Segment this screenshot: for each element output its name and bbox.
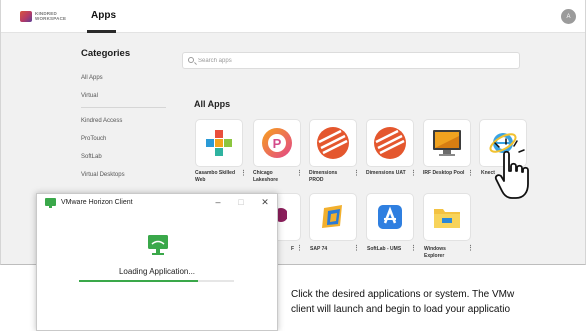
tab-apps[interactable]: Apps	[91, 10, 116, 21]
all-apps-heading: All Apps	[194, 99, 231, 109]
loading-progress-bar	[79, 280, 234, 282]
app-tile-dimensions-uat[interactable]	[366, 119, 414, 167]
dimensions-prod-icon	[317, 127, 349, 159]
maximize-button: □	[238, 197, 244, 207]
app-menu-icon[interactable]: ⋮	[467, 244, 474, 252]
app-menu-icon[interactable]: ⋮	[467, 169, 474, 177]
workspace-logo[interactable]: KINDRED WORKSPACE	[20, 11, 66, 22]
app-label-irf-desktop-pool: IRF Desktop Pool	[423, 170, 465, 176]
app-tile-sap-74[interactable]	[309, 193, 357, 241]
casambo-cross-icon	[206, 130, 232, 156]
search-input[interactable]	[198, 55, 498, 67]
loading-status-text: Loading Application...	[118, 267, 196, 276]
svg-text:P: P	[273, 136, 282, 151]
categories-title: Categories	[81, 48, 131, 59]
app-tile-windows-explorer[interactable]	[423, 193, 471, 241]
dialog-title: VMware Horizon Client	[61, 199, 133, 206]
app-menu-icon[interactable]: ⋮	[240, 169, 247, 177]
app-menu-icon[interactable]: ⋮	[410, 244, 417, 252]
logo-line2: WORKSPACE	[35, 15, 67, 21]
app-tile-irf-desktop-pool[interactable]	[423, 119, 471, 167]
caption-line-2: client will launch and begin to load you…	[291, 304, 511, 315]
app-menu-icon[interactable]: ⋮	[353, 169, 360, 177]
dimensions-uat-icon	[374, 127, 406, 159]
vmware-horizon-icon	[45, 198, 56, 208]
active-tab-indicator	[87, 30, 116, 33]
sap-icon	[322, 205, 342, 228]
app-label-softlab-ums: SoftLab - UMS	[367, 246, 402, 252]
app-tile-chicago-lakeshore[interactable]: P	[253, 119, 301, 167]
category-all-apps[interactable]: All Apps	[81, 69, 171, 87]
app-store-icon	[378, 205, 402, 229]
dialog-titlebar[interactable]: VMware Horizon Client – □ ✕	[37, 194, 277, 212]
search-icon	[188, 57, 194, 63]
app-label-casambo: Casambo Skilled Web	[195, 170, 236, 183]
vmware-horizon-dialog: VMware Horizon Client – □ ✕ Loading Appl…	[36, 193, 278, 331]
app-label-dimensions-prod: Dimensions PROD	[309, 170, 338, 183]
folder-icon	[434, 209, 460, 228]
app-menu-icon[interactable]: ⋮	[353, 244, 360, 252]
category-divider	[81, 107, 166, 108]
app-tile-dimensions-prod[interactable]	[309, 119, 357, 167]
close-button[interactable]: ✕	[259, 197, 271, 208]
category-protouch[interactable]: ProTouch	[81, 130, 171, 148]
loading-progress-fill	[79, 280, 199, 282]
logo-mark-icon	[20, 11, 32, 22]
user-avatar[interactable]: A	[561, 9, 576, 24]
category-softlab[interactable]: SoftLab	[81, 148, 171, 166]
app-menu-icon[interactable]: ⋮	[410, 169, 417, 177]
instruction-caption: Click the desired applications or system…	[291, 287, 514, 317]
caption-line-1: Click the desired applications or system…	[291, 289, 515, 300]
chicago-lakeshore-icon: P	[262, 128, 292, 158]
app-label-dimensions-uat: Dimensions UAT	[366, 170, 406, 176]
categories-sidebar: Categories All Apps Virtual Kindred Acce…	[81, 48, 171, 184]
app-label-chicago-lakeshore: Chicago Lakeshore	[253, 170, 279, 183]
category-virtual-desktops[interactable]: Virtual Desktops	[81, 166, 171, 184]
app-label-sap-74: SAP 74	[310, 246, 328, 252]
monitor-icon	[148, 235, 168, 255]
app-menu-icon[interactable]: ⋮	[296, 169, 303, 177]
category-virtual[interactable]: Virtual	[81, 87, 171, 105]
app-tile-casambo[interactable]	[195, 119, 243, 167]
category-kindred-access[interactable]: Kindred Access	[81, 112, 171, 130]
pointer-hand-icon	[494, 138, 529, 199]
app-label-windows-explorer: Windows Explorer	[424, 246, 446, 259]
minimize-button[interactable]: –	[212, 197, 224, 207]
app-menu-icon[interactable]: ⋮	[296, 244, 303, 252]
desktop-monitor-icon	[433, 130, 461, 156]
app-tile-softlab-ums[interactable]	[366, 193, 414, 241]
workspace-header: KINDRED WORKSPACE Apps A	[1, 0, 585, 33]
search-box[interactable]	[182, 52, 520, 69]
